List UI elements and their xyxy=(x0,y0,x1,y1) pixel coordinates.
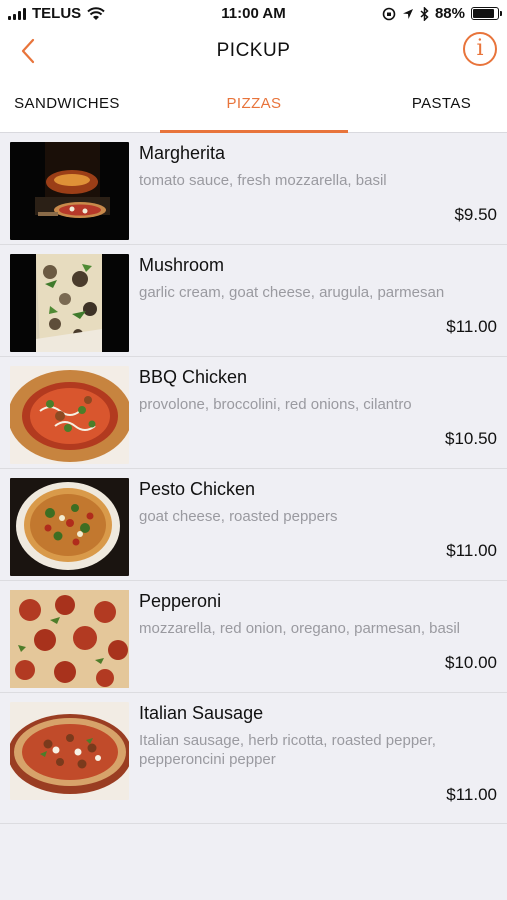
item-name: Mushroom xyxy=(139,255,225,275)
item-description: Italian sausage, herb ricotta, roasted p… xyxy=(139,732,436,768)
item-image xyxy=(10,590,129,688)
item-description: mozzarella, red onion, oregano, parmesan… xyxy=(139,620,461,637)
orientation-lock-icon xyxy=(382,7,396,20)
item-image xyxy=(10,142,129,240)
bluetooth-icon xyxy=(420,6,429,21)
item-name: BBQ Chicken xyxy=(139,367,248,387)
item-description: tomato sauce, fresh mozzarella, basil xyxy=(139,172,387,189)
menu-item-pesto-chicken[interactable]: Pesto Chicken goat cheese, roasted peppe… xyxy=(0,469,507,581)
status-right: 88% xyxy=(382,5,502,22)
menu-item-mushroom[interactable]: Mushroom garlic cream, goat cheese, arug… xyxy=(0,245,507,357)
info-icon: i xyxy=(476,36,484,61)
item-price: $10.50 xyxy=(445,429,497,448)
page-title: PICKUP xyxy=(216,40,291,61)
status-bar: TELUS 11:00 AM 88% xyxy=(0,0,507,28)
location-icon xyxy=(402,8,413,19)
menu-item-bbq-chicken[interactable]: BBQ Chicken provolone, broccolini, red o… xyxy=(0,357,507,469)
item-name: Pesto Chicken xyxy=(139,479,256,499)
item-description: provolone, broccolini, red onions, cilan… xyxy=(139,396,412,413)
tab-sandwiches[interactable]: SANDWICHES xyxy=(0,76,134,132)
menu-item-italian-sausage[interactable]: Italian Sausage Italian sausage, herb ri… xyxy=(0,693,507,824)
menu-item-margherita[interactable]: Margherita tomato sauce, fresh mozzarell… xyxy=(0,133,507,245)
item-image xyxy=(10,478,129,576)
item-price: $10.00 xyxy=(445,653,497,672)
item-name: Margherita xyxy=(139,143,226,163)
item-price: $9.50 xyxy=(454,205,497,224)
item-name: Italian Sausage xyxy=(139,703,264,723)
item-description: garlic cream, goat cheese, arugula, parm… xyxy=(139,284,445,301)
battery-icon xyxy=(471,7,502,20)
item-price: $11.00 xyxy=(446,541,497,560)
menu-list: Margherita tomato sauce, fresh mozzarell… xyxy=(0,133,507,824)
tab-pastas[interactable]: PASTAS xyxy=(376,76,507,132)
item-price: $11.00 xyxy=(446,317,497,336)
item-image xyxy=(10,702,129,800)
battery-percent: 88% xyxy=(434,5,465,22)
tab-pizzas[interactable]: PIZZAS xyxy=(160,76,348,132)
item-description: goat cheese, roasted peppers xyxy=(139,508,338,525)
category-tabs: SANDWICHES PIZZAS PASTAS xyxy=(0,76,507,133)
item-price: $11.00 xyxy=(446,785,497,804)
menu-item-pepperoni[interactable]: Pepperoni mozzarella, red onion, oregano… xyxy=(0,581,507,693)
navigation-bar: PICKUP i xyxy=(0,28,507,76)
info-button[interactable]: i xyxy=(463,32,497,66)
item-image xyxy=(10,366,129,464)
item-name: Pepperoni xyxy=(139,591,222,611)
item-image xyxy=(10,254,129,352)
